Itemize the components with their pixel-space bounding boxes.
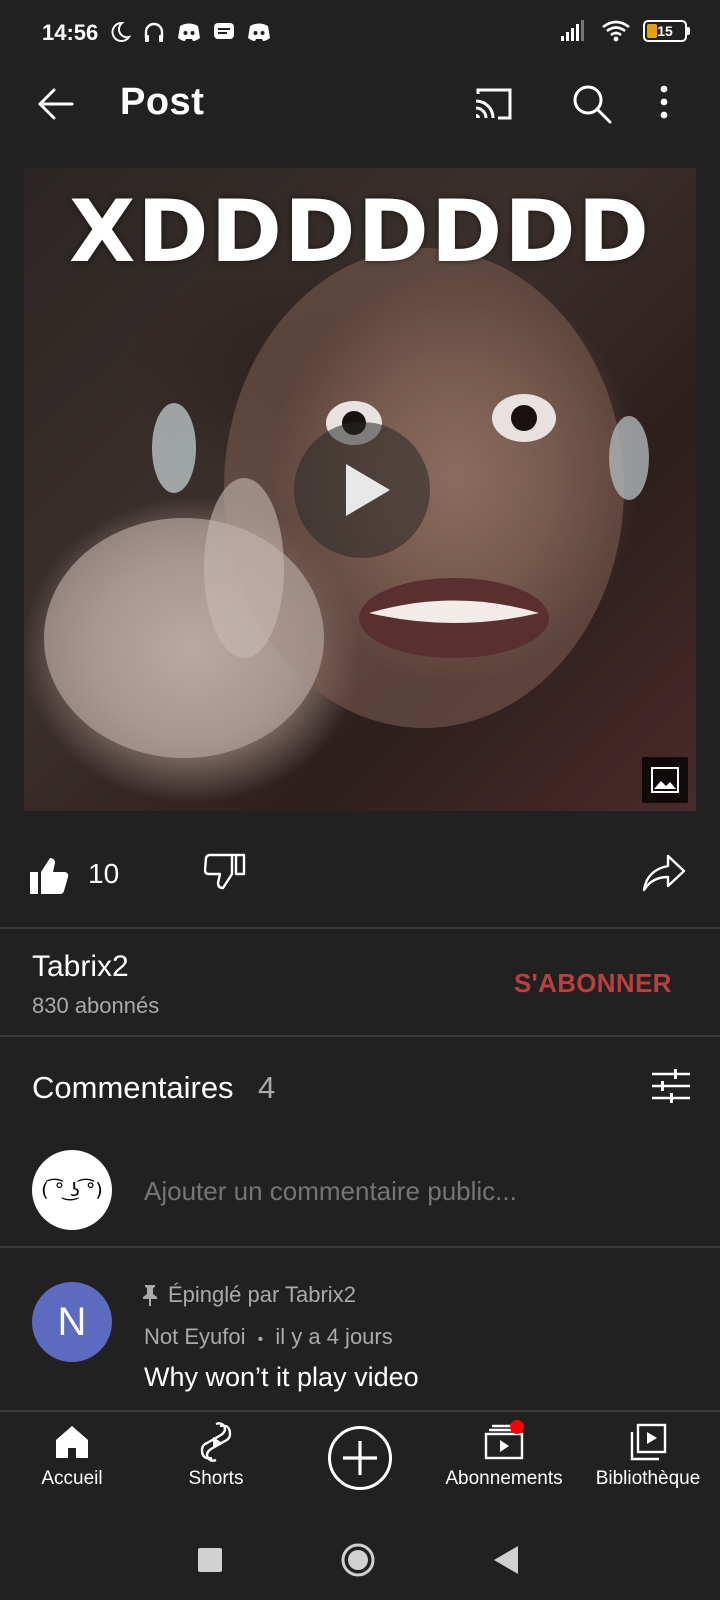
shorts-icon [200, 1422, 232, 1462]
notification-dot [510, 1420, 524, 1434]
pinned-text: Épinglé par Tabrix2 [168, 1282, 356, 1307]
divider [0, 927, 720, 929]
divider [0, 1035, 720, 1037]
comment-input[interactable] [144, 1176, 664, 1207]
cast-icon [475, 88, 512, 120]
image-icon [651, 767, 679, 793]
status-bar: 14:56 15 [0, 0, 720, 68]
share-icon [642, 854, 686, 892]
more-vert-icon [660, 85, 668, 119]
system-navigation-bar [0, 1520, 720, 1600]
nav-shorts-label: Shorts [188, 1468, 244, 1489]
back-arrow-icon [38, 88, 74, 120]
message-icon [214, 23, 234, 39]
battery-fill [647, 24, 657, 38]
comments-title: Commentaires [32, 1070, 234, 1105]
meta-separator: • [257, 1331, 264, 1348]
status-time: 14:56 [42, 20, 99, 45]
more-options-button[interactable] [656, 82, 700, 126]
play-icon [346, 464, 390, 516]
play-button[interactable] [294, 422, 430, 558]
nav-library-label: Bibliothèque [595, 1468, 701, 1489]
thumb-up-icon [30, 858, 69, 894]
sliders-icon [652, 1069, 690, 1103]
recents-square-icon [198, 1548, 222, 1572]
create-icon [343, 1441, 377, 1475]
discord-icon [178, 23, 200, 41]
status-icons-right: 15 [561, 19, 690, 43]
like-button[interactable] [28, 854, 70, 896]
subscriber-count: 830 abonnés [32, 993, 160, 1018]
share-button[interactable] [642, 852, 686, 894]
app-bar: Post [0, 68, 720, 140]
system-back-button[interactable] [494, 1546, 518, 1579]
home-icon [56, 1426, 88, 1458]
home-circle-icon [341, 1543, 375, 1577]
user-avatar: ( ͡° ͜ʖ ͡°) [32, 1150, 112, 1230]
post-media[interactable]: XDDDDDDD [24, 168, 696, 811]
recents-button[interactable] [198, 1548, 222, 1577]
divider [0, 1246, 720, 1248]
channel-name[interactable]: Tabrix2 [32, 950, 129, 984]
nav-home[interactable]: Accueil [0, 1422, 144, 1490]
nav-shorts[interactable]: Shorts [144, 1422, 288, 1490]
subscribe-button[interactable]: S'ABONNER [514, 968, 672, 999]
pinned-label: Épinglé par Tabrix2 [142, 1282, 356, 1308]
nav-subscriptions[interactable]: Abonnements [432, 1420, 576, 1490]
search-icon [573, 85, 612, 124]
comments-count: 4 [258, 1070, 276, 1105]
like-count: 10 [88, 858, 120, 889]
create-button[interactable] [328, 1426, 392, 1490]
library-icon [630, 1423, 667, 1461]
wifi-icon [602, 20, 630, 42]
sort-comments-button[interactable] [650, 1066, 692, 1108]
battery-level: 15 [657, 23, 673, 39]
battery-indicator: 15 [643, 20, 687, 42]
search-button[interactable] [570, 82, 614, 126]
back-triangle-icon [494, 1546, 518, 1574]
page-title: Post [120, 81, 205, 123]
discord-icon-2 [248, 23, 270, 41]
pin-icon [143, 1285, 157, 1306]
bottom-nav: Accueil Shorts Abonnements Bibliothèque [0, 1410, 720, 1520]
back-button[interactable] [34, 82, 78, 126]
thumb-down-icon [203, 853, 246, 890]
moon-icon [111, 21, 132, 42]
battery-nub [687, 27, 690, 35]
dislike-button[interactable] [203, 852, 246, 894]
image-badge [642, 757, 688, 803]
nav-library[interactable]: Bibliothèque [576, 1422, 720, 1490]
comment-meta: Not Eyufoi • il y a 4 jours [144, 1324, 393, 1350]
system-home-button[interactable] [340, 1542, 376, 1583]
signal-icon [561, 20, 584, 41]
status-icons-left [108, 19, 272, 45]
comment-time: il y a 4 jours [275, 1324, 393, 1349]
meme-caption: XDDDDDDD [68, 182, 651, 282]
nav-subscriptions-label: Abonnements [445, 1468, 563, 1489]
nav-home-label: Accueil [41, 1468, 103, 1489]
cast-button[interactable] [472, 82, 516, 126]
commenter-avatar[interactable]: N [32, 1282, 112, 1362]
headphones-icon [144, 22, 164, 42]
comment-author[interactable]: Not Eyufoi [144, 1324, 246, 1349]
comment-text: Why won’t it play video [144, 1362, 419, 1392]
